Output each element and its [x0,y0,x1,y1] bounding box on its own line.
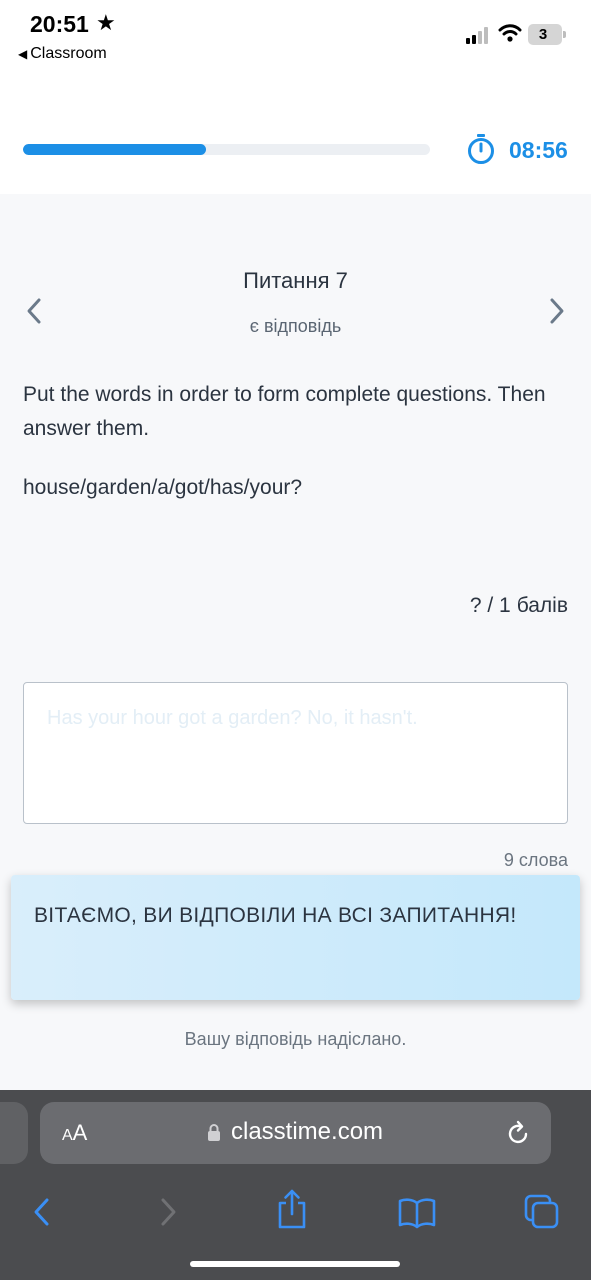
url-text: classtime.com [231,1118,384,1145]
progress-fill [23,144,207,155]
aa-large: A [72,1120,88,1145]
tabs-icon[interactable] [524,1194,560,1230]
address-bar[interactable]: AA classtime.com [40,1102,551,1164]
quiz-header: 08:56 [0,76,591,194]
points-indicator: ? / 1 балів [464,594,568,618]
share-icon[interactable] [276,1188,308,1230]
bookmarks-icon[interactable] [398,1194,436,1230]
battery-cap [563,31,566,38]
submitted-notice: Вашу відповідь надіслано. [184,1029,407,1049]
wifi-icon [498,24,522,42]
battery-level: 3 [538,26,548,43]
back-app-label: Classroom [30,45,107,62]
aa-small: A [62,1127,73,1144]
answer-textarea[interactable]: Has your hour got a garden? No, it hasn'… [23,682,568,824]
question-instruction: Put the words in order to form complete … [23,383,546,440]
back-icon[interactable] [30,1194,54,1230]
battery-icon: 3 [528,24,562,45]
question-status: є відповідь [249,316,342,336]
points-value: ? / 1 [469,594,511,617]
back-to-app-link[interactable]: ◀ Classroom [18,45,107,63]
timer-display: 08:56 [509,137,568,163]
status-bar: 20:51 ★ ◀ Classroom 3 [0,0,591,76]
next-question-chevron-icon[interactable] [545,296,569,326]
answer-text: Has your hour got a garden? No, it hasn'… [47,707,418,729]
question-title: Питання 7 [243,268,348,293]
completion-toast[interactable]: ВІТАЄМО, ВИ ВІДПОВІЛИ НА ВСІ ЗАПИТАННЯ! [11,875,580,1000]
stopwatch-icon [468,134,494,164]
points-unit: балів [516,594,568,617]
progress-bar [23,144,430,155]
question-prompt: house/garden/a/got/has/your? [23,476,303,499]
cellular-signal-icon [466,26,492,44]
browser-toolbar: AA classtime.com [0,1090,591,1280]
star-icon: ★ [96,10,116,35]
lock-icon [208,1124,220,1141]
reload-icon[interactable] [507,1120,531,1146]
reader-settings-button[interactable]: AA [62,1120,87,1146]
forward-icon[interactable] [156,1194,180,1230]
status-time: 20:51 [30,11,89,37]
home-indicator [190,1261,400,1267]
back-triangle-icon: ◀ [18,47,28,61]
previous-tab-peek[interactable] [0,1102,28,1164]
word-count: 9 слова [503,850,568,870]
toast-message: ВІТАЄМО, ВИ ВІДПОВІЛИ НА ВСІ ЗАПИТАННЯ! [34,904,517,927]
